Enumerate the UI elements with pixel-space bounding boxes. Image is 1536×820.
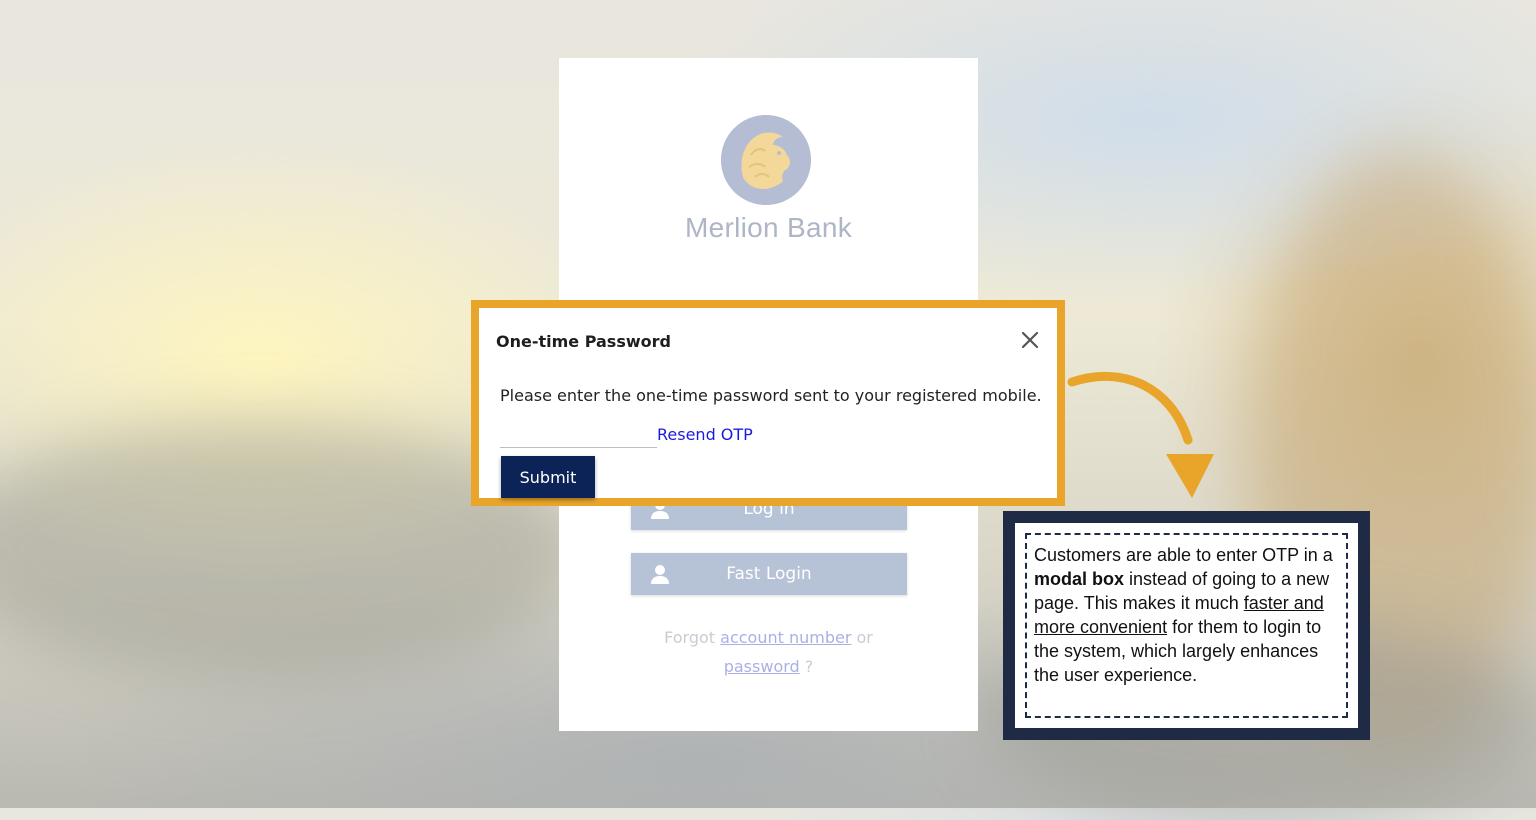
question-mark: ? [804, 657, 814, 676]
modal-title: One-time Password [496, 332, 671, 351]
fast-login-button[interactable]: Fast Login [631, 553, 907, 595]
forgot-text: Forgot [664, 628, 716, 647]
otp-modal: One-time Password Please enter the one-t… [471, 300, 1065, 506]
modal-message: Please enter the one-time password sent … [500, 386, 1042, 405]
bank-name: Merlion Bank [684, 212, 852, 243]
fast-login-label: Fast Login [726, 564, 812, 584]
account-number-link[interactable]: account number [720, 628, 851, 647]
annotation-note: Customers are able to enter OTP in a mod… [1003, 511, 1370, 740]
annotation-arrow [1067, 371, 1214, 498]
user-icon [651, 565, 669, 584]
forgot-credentials: Forgot account number or password ? [559, 623, 978, 681]
annotation-text: Customers are able to enter OTP in a mod… [1025, 533, 1348, 718]
submit-button[interactable]: Submit [501, 456, 595, 498]
close-icon[interactable] [1016, 326, 1044, 354]
annotation-part1: Customers are able to enter OTP in a [1034, 545, 1333, 565]
annotation-note-inner: Customers are able to enter OTP in a mod… [1015, 523, 1358, 728]
or-text: or [856, 628, 873, 647]
resend-otp-link[interactable]: Resend OTP [657, 425, 753, 444]
otp-input[interactable] [500, 426, 657, 448]
password-link[interactable]: password [724, 657, 800, 676]
lion-icon [721, 115, 811, 205]
annotation-bold: modal box [1034, 569, 1125, 589]
